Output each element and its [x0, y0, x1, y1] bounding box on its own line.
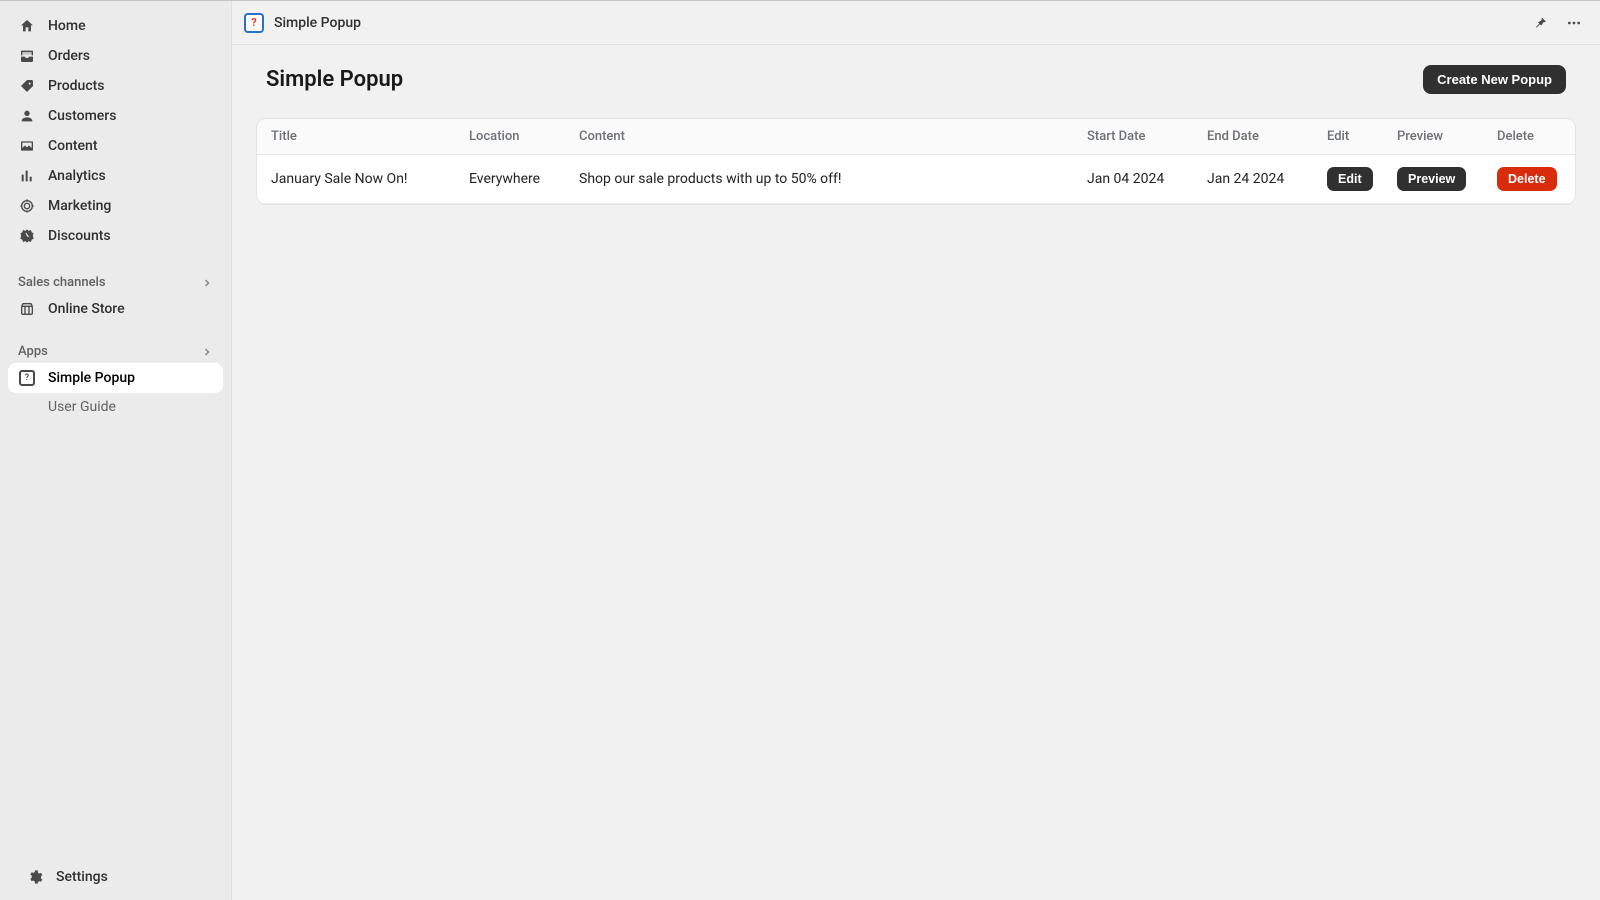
target-icon [18, 197, 36, 215]
gear-icon [26, 868, 44, 886]
edit-button[interactable]: Edit [1327, 167, 1373, 191]
col-delete: Delete [1485, 119, 1575, 155]
sidebar-item-user-guide[interactable]: User Guide [8, 393, 223, 421]
inbox-icon [18, 47, 36, 65]
sidebar-section-label: Apps [18, 344, 48, 359]
col-location: Location [457, 119, 567, 155]
sidebar-item-label: Online Store [48, 301, 125, 317]
sidebar-item-label: Home [48, 18, 86, 34]
sidebar-item-discounts[interactable]: Discounts [8, 221, 223, 251]
sidebar-item-label: Products [48, 78, 105, 94]
sidebar-item-label: Discounts [48, 228, 111, 244]
sidebar-item-orders[interactable]: Orders [8, 41, 223, 71]
popups-table: Title Location Content Start Date End Da… [257, 119, 1575, 204]
sidebar-item-label: Settings [56, 869, 108, 885]
more-button[interactable] [1564, 13, 1584, 33]
home-icon [18, 17, 36, 35]
person-icon [18, 107, 36, 125]
page-header: Simple Popup Create New Popup [232, 45, 1600, 118]
sidebar-item-label: Marketing [48, 198, 111, 214]
sidebar-item-marketing[interactable]: Marketing [8, 191, 223, 221]
app-logo-icon: ? [244, 13, 264, 33]
sidebar-item-label: Orders [48, 48, 90, 64]
table-row: January Sale Now On! Everywhere Shop our… [257, 155, 1575, 204]
topbar: ? Simple Popup [232, 1, 1600, 45]
sidebar-item-label: Customers [48, 108, 116, 124]
chevron-right-icon [201, 277, 213, 289]
sidebar-item-home[interactable]: Home [8, 11, 223, 41]
create-new-popup-button[interactable]: Create New Popup [1423, 65, 1566, 94]
main-content: ? Simple Popup Simple Popup Create New P… [232, 1, 1600, 900]
sidebar-item-products[interactable]: Products [8, 71, 223, 101]
col-title: Title [257, 119, 457, 155]
cell-content: Shop our sale products with up to 50% of… [567, 155, 1075, 204]
sidebar-section-apps[interactable]: Apps [0, 334, 231, 363]
bar-chart-icon [18, 167, 36, 185]
sidebar: Home Orders Products [0, 1, 232, 900]
cell-start-date: Jan 04 2024 [1075, 155, 1195, 204]
app-icon: ? [18, 369, 36, 387]
page-title: Simple Popup [266, 67, 403, 92]
sidebar-item-label: Content [48, 138, 98, 154]
cell-location: Everywhere [457, 155, 567, 204]
image-icon [18, 137, 36, 155]
tag-icon [18, 77, 36, 95]
chevron-right-icon [201, 346, 213, 358]
sidebar-item-content[interactable]: Content [8, 131, 223, 161]
col-end-date: End Date [1195, 119, 1315, 155]
sidebar-section-sales-channels[interactable]: Sales channels [0, 265, 231, 294]
cell-end-date: Jan 24 2024 [1195, 155, 1315, 204]
sidebar-item-online-store[interactable]: Online Store [8, 294, 223, 324]
col-start-date: Start Date [1075, 119, 1195, 155]
col-content: Content [567, 119, 1075, 155]
col-edit: Edit [1315, 119, 1385, 155]
topbar-app-name: Simple Popup [274, 15, 361, 31]
cell-title: January Sale Now On! [257, 155, 457, 204]
sidebar-item-label: Simple Popup [48, 370, 135, 386]
col-preview: Preview [1385, 119, 1485, 155]
sidebar-item-label: User Guide [48, 399, 116, 415]
popups-table-card: Title Location Content Start Date End Da… [256, 118, 1576, 205]
preview-button[interactable]: Preview [1397, 167, 1466, 191]
pin-button[interactable] [1530, 13, 1550, 33]
sidebar-section-label: Sales channels [18, 275, 106, 290]
sidebar-item-label: Analytics [48, 168, 106, 184]
sidebar-item-analytics[interactable]: Analytics [8, 161, 223, 191]
sidebar-item-settings[interactable]: Settings [16, 862, 215, 892]
sidebar-item-simple-popup[interactable]: ? Simple Popup [8, 363, 223, 393]
discount-icon [18, 227, 36, 245]
sidebar-item-customers[interactable]: Customers [8, 101, 223, 131]
delete-button[interactable]: Delete [1497, 167, 1557, 191]
store-icon [18, 300, 36, 318]
